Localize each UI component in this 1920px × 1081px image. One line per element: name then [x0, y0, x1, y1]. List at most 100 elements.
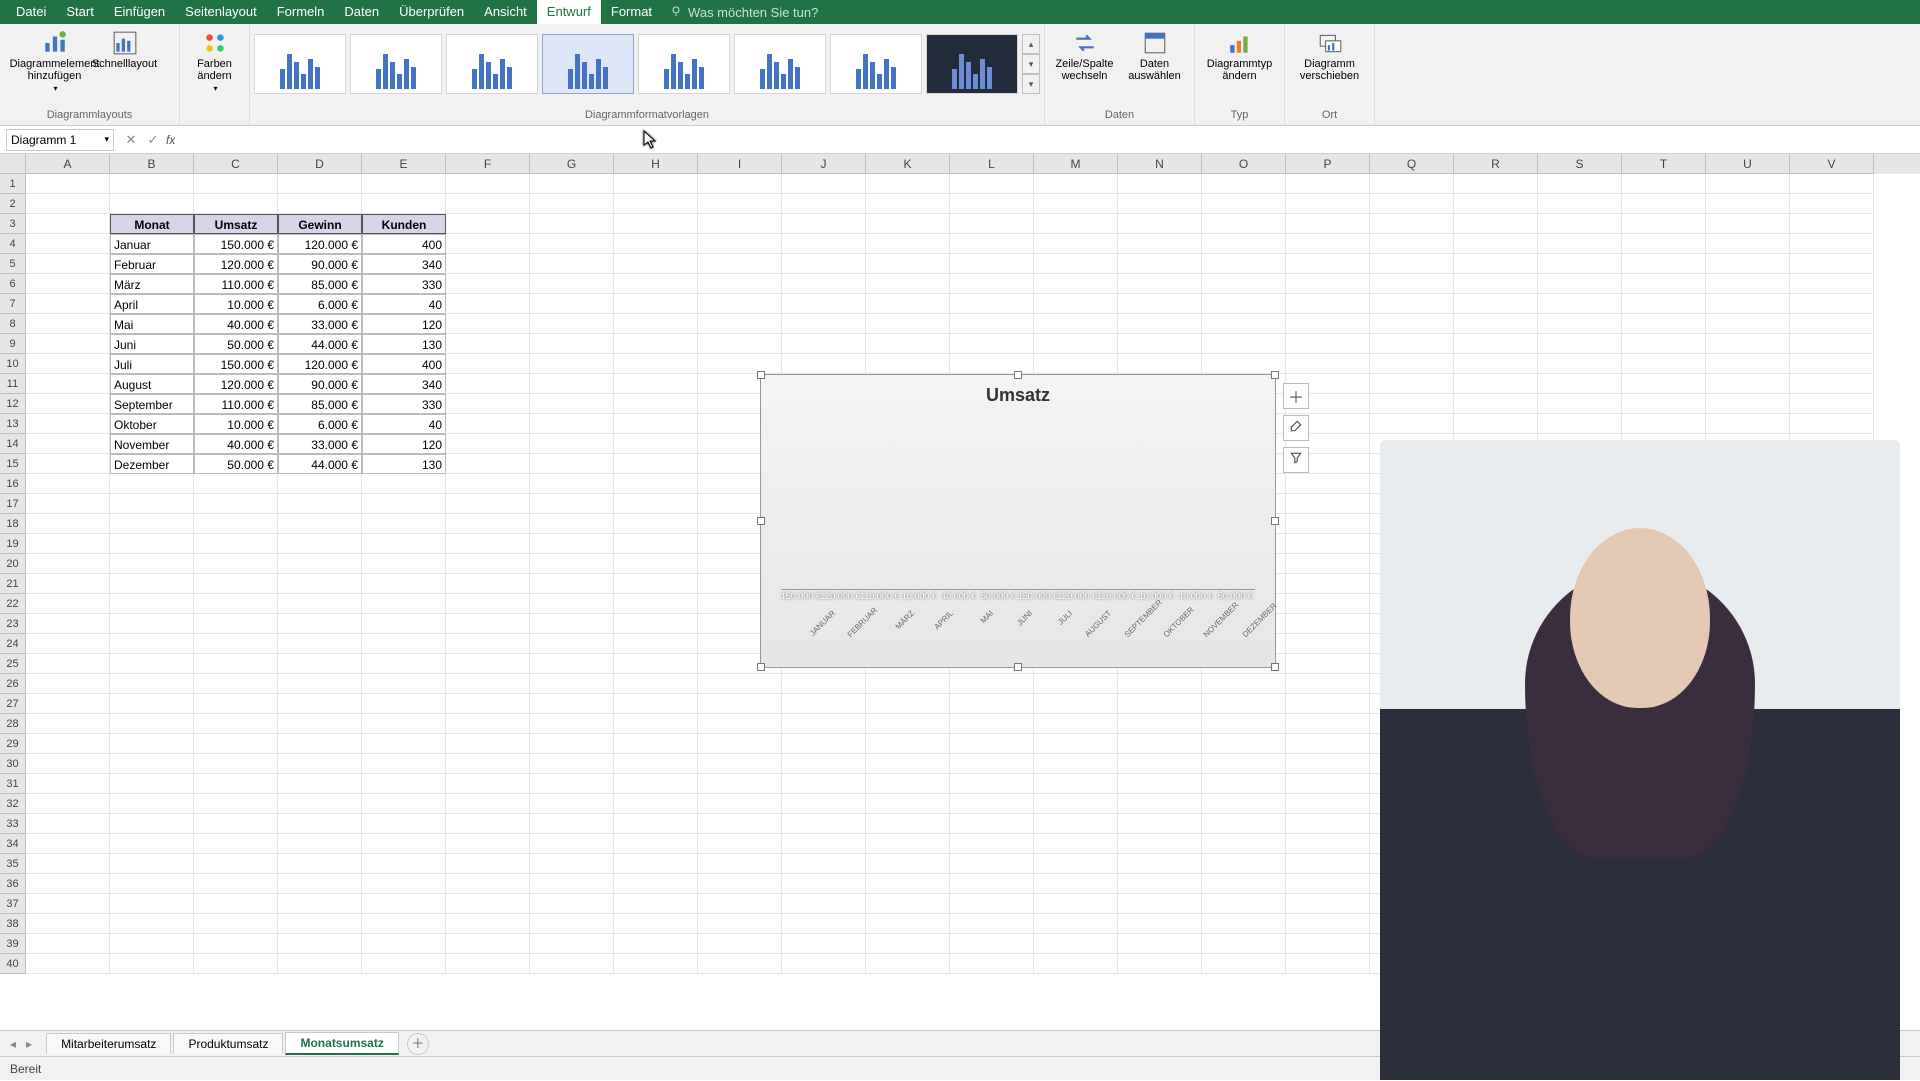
- column-header[interactable]: H: [614, 154, 698, 174]
- row-header[interactable]: 1: [0, 174, 26, 194]
- cell[interactable]: [1286, 254, 1370, 274]
- cell[interactable]: [1118, 754, 1202, 774]
- cell[interactable]: [698, 854, 782, 874]
- row-header[interactable]: 2: [0, 194, 26, 214]
- tab-design[interactable]: Entwurf: [537, 0, 601, 24]
- cell[interactable]: [698, 354, 782, 374]
- sheet-tab-1[interactable]: Mitarbeiterumsatz: [46, 1033, 171, 1054]
- cell[interactable]: [782, 914, 866, 934]
- cell[interactable]: [1034, 894, 1118, 914]
- cell[interactable]: [1118, 914, 1202, 934]
- cell[interactable]: [1622, 394, 1706, 414]
- cell[interactable]: 40: [362, 294, 446, 314]
- cell[interactable]: [1202, 314, 1286, 334]
- cell[interactable]: [1286, 474, 1370, 494]
- cell[interactable]: 85.000 €: [278, 394, 362, 414]
- cell[interactable]: [446, 334, 530, 354]
- cell[interactable]: [194, 814, 278, 834]
- cell[interactable]: [446, 314, 530, 334]
- cell[interactable]: [26, 874, 110, 894]
- cell[interactable]: [614, 634, 698, 654]
- cell[interactable]: Dezember: [110, 454, 194, 474]
- row-header[interactable]: 35: [0, 854, 26, 874]
- cell[interactable]: [446, 194, 530, 214]
- cell[interactable]: 10.000 €: [194, 294, 278, 314]
- column-header[interactable]: F: [446, 154, 530, 174]
- cell[interactable]: [110, 174, 194, 194]
- cell[interactable]: [1790, 294, 1874, 314]
- row-header[interactable]: 4: [0, 234, 26, 254]
- row-header[interactable]: 38: [0, 914, 26, 934]
- cell[interactable]: [1790, 214, 1874, 234]
- cell[interactable]: [950, 874, 1034, 894]
- cell[interactable]: [950, 834, 1034, 854]
- cell[interactable]: 120.000 €: [278, 234, 362, 254]
- cell[interactable]: [614, 534, 698, 554]
- cell[interactable]: [446, 454, 530, 474]
- chart-styles-button[interactable]: [1283, 415, 1309, 441]
- cell[interactable]: [278, 634, 362, 654]
- cell[interactable]: [1286, 934, 1370, 954]
- cell[interactable]: [1202, 834, 1286, 854]
- cell[interactable]: 150.000 €: [194, 234, 278, 254]
- cell[interactable]: [194, 794, 278, 814]
- cell[interactable]: [110, 514, 194, 534]
- cell[interactable]: [530, 474, 614, 494]
- cell[interactable]: [194, 834, 278, 854]
- cell[interactable]: [1118, 874, 1202, 894]
- column-header[interactable]: L: [950, 154, 1034, 174]
- cell[interactable]: [1790, 374, 1874, 394]
- cell[interactable]: [530, 574, 614, 594]
- cell[interactable]: [1118, 294, 1202, 314]
- cell[interactable]: [446, 354, 530, 374]
- cell[interactable]: [1034, 214, 1118, 234]
- cell[interactable]: [1538, 274, 1622, 294]
- cell[interactable]: [362, 754, 446, 774]
- column-header[interactable]: T: [1622, 154, 1706, 174]
- cell[interactable]: [1034, 314, 1118, 334]
- cell[interactable]: 120.000 €: [194, 254, 278, 274]
- row-header[interactable]: 37: [0, 894, 26, 914]
- cell[interactable]: [446, 834, 530, 854]
- column-header[interactable]: C: [194, 154, 278, 174]
- cell[interactable]: [1286, 554, 1370, 574]
- cell[interactable]: 40: [362, 414, 446, 434]
- row-header[interactable]: 15: [0, 454, 26, 474]
- cell[interactable]: [446, 274, 530, 294]
- cell[interactable]: [950, 754, 1034, 774]
- cell[interactable]: [26, 354, 110, 374]
- cell[interactable]: [1370, 214, 1454, 234]
- cell[interactable]: [110, 914, 194, 934]
- cell[interactable]: [1706, 254, 1790, 274]
- cell[interactable]: [1202, 334, 1286, 354]
- cell[interactable]: [530, 754, 614, 774]
- cell[interactable]: [446, 474, 530, 494]
- cell[interactable]: [1118, 894, 1202, 914]
- cell[interactable]: [1370, 354, 1454, 374]
- resize-handle-w[interactable]: [757, 517, 765, 525]
- cell[interactable]: [1538, 294, 1622, 314]
- cancel-formula-button[interactable]: ✕: [120, 132, 142, 148]
- add-chart-element-button[interactable]: Diagrammelement hinzufügen▾: [21, 28, 89, 100]
- cell[interactable]: [194, 634, 278, 654]
- row-header[interactable]: 8: [0, 314, 26, 334]
- cell[interactable]: [782, 294, 866, 314]
- cell[interactable]: [1538, 414, 1622, 434]
- cell[interactable]: [446, 914, 530, 934]
- cell[interactable]: [110, 754, 194, 774]
- tab-formulas[interactable]: Formeln: [267, 0, 335, 24]
- chart-style-5[interactable]: [638, 34, 730, 94]
- cell[interactable]: [1706, 374, 1790, 394]
- cell[interactable]: [698, 894, 782, 914]
- row-header[interactable]: 14: [0, 434, 26, 454]
- cell[interactable]: [530, 414, 614, 434]
- add-sheet-button[interactable]: ＋: [407, 1033, 429, 1055]
- cell[interactable]: [782, 694, 866, 714]
- cell[interactable]: [26, 554, 110, 574]
- cell[interactable]: [26, 854, 110, 874]
- cell[interactable]: [614, 174, 698, 194]
- cell[interactable]: [1034, 774, 1118, 794]
- cell[interactable]: [1286, 314, 1370, 334]
- cell[interactable]: [782, 354, 866, 374]
- cell[interactable]: [110, 554, 194, 574]
